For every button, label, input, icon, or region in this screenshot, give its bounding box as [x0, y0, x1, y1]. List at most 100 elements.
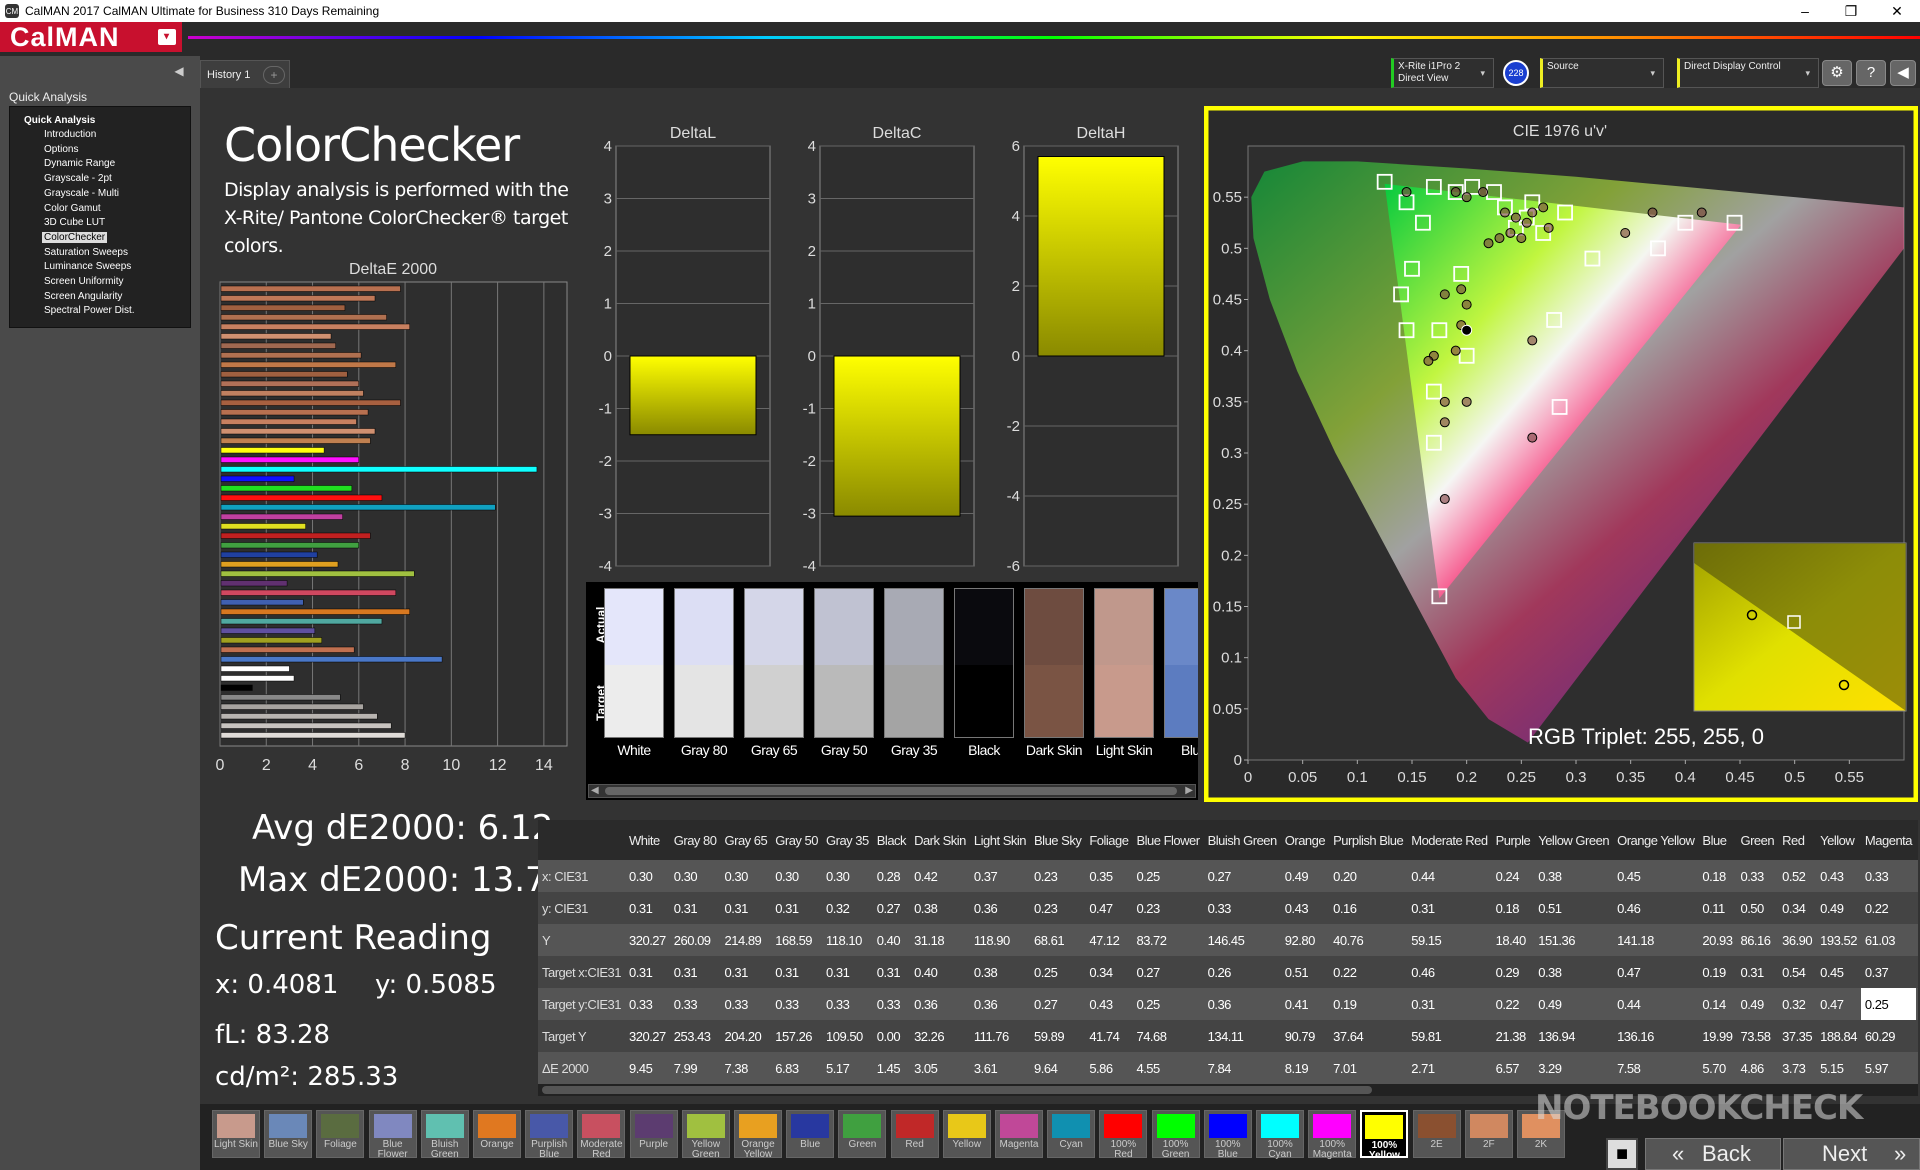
table-cell[interactable]: 0.36 — [1203, 988, 1281, 1020]
table-cell[interactable]: 2.71 — [1407, 1052, 1492, 1084]
table-cell[interactable]: 59.81 — [1407, 1020, 1492, 1052]
patch-blue-flower[interactable]: Blue Flower — [368, 1110, 417, 1160]
patch-100-blue[interactable]: 100% Blue — [1203, 1110, 1252, 1160]
table-cell[interactable]: 0.31 — [669, 892, 721, 924]
table-cell[interactable]: 0.37 — [969, 860, 1031, 892]
patch-yellow-green[interactable]: Yellow Green — [681, 1110, 730, 1160]
table-cell[interactable]: 0.14 — [1698, 988, 1737, 1020]
sidebar-item-3d-cube-lut[interactable]: 3D Cube LUT — [42, 217, 107, 228]
patch-blue[interactable]: Blue — [786, 1110, 835, 1158]
table-cell[interactable]: 134.11 — [1203, 1020, 1281, 1052]
table-cell[interactable]: 3.61 — [969, 1052, 1031, 1084]
table-cell[interactable]: 0.32 — [822, 892, 873, 924]
table-column-header[interactable]: Orange — [1280, 820, 1330, 860]
table-cell[interactable]: 0.40 — [910, 956, 970, 988]
table-cell[interactable]: 0.19 — [1329, 988, 1408, 1020]
table-cell[interactable]: 0.44 — [1407, 860, 1492, 892]
patch-orange-yellow[interactable]: Orange Yellow — [734, 1110, 782, 1160]
table-cell[interactable]: 32.26 — [910, 1020, 970, 1052]
table-column-header[interactable]: Gray 80 — [669, 820, 721, 860]
table-cell[interactable]: 18.40 — [1491, 924, 1535, 956]
table-cell[interactable]: 0.38 — [969, 956, 1031, 988]
table-column-header[interactable]: Purple — [1491, 820, 1535, 860]
patch-100-cyan[interactable]: 100% Cyan — [1256, 1110, 1304, 1160]
table-cell[interactable]: 5.70 — [1698, 1052, 1737, 1084]
minimize-button[interactable]: – — [1782, 0, 1828, 22]
settings-gear-icon[interactable]: ⚙ — [1822, 60, 1852, 86]
table-cell[interactable]: 0.47 — [1816, 988, 1861, 1020]
table-cell[interactable]: 8.19 — [1280, 1052, 1330, 1084]
table-cell[interactable]: 0.21 — [1916, 956, 1918, 988]
table-cell[interactable]: 5.97 — [1860, 1052, 1917, 1084]
table-cell[interactable]: 1.45 — [872, 1052, 911, 1084]
maximize-button[interactable]: ❐ — [1828, 0, 1874, 22]
table-cell[interactable]: 0.16 — [1329, 892, 1408, 924]
table-cell[interactable]: 7.84 — [1203, 1052, 1281, 1084]
calman-logo[interactable]: CalMAN ▾ — [0, 22, 182, 52]
table-cell[interactable]: 59.15 — [1407, 924, 1492, 956]
sidebar-item-color-gamut[interactable]: Color Gamut — [42, 203, 103, 214]
table-column-header[interactable]: Dark Skin — [910, 820, 970, 860]
table-cell[interactable]: 74.68 — [1132, 1020, 1204, 1052]
table-cell[interactable]: 0.18 — [1491, 892, 1535, 924]
sidebar-item-luminance-sweeps[interactable]: Luminance Sweeps — [42, 261, 133, 272]
table-cell[interactable]: 0.20 — [1329, 860, 1408, 892]
table-cell[interactable]: 0.30 — [669, 860, 721, 892]
table-column-header[interactable]: Red — [1778, 820, 1817, 860]
table-cell[interactable]: 136.16 — [1613, 1020, 1699, 1052]
table-cell[interactable]: 0.36 — [969, 988, 1031, 1020]
table-cell[interactable]: 111.76 — [969, 1020, 1031, 1052]
patch-100-magenta[interactable]: 100% Magenta — [1308, 1110, 1357, 1160]
patch-100-yellow[interactable]: 100% Yellow — [1360, 1110, 1409, 1161]
table-cell[interactable]: 0.49 — [1736, 988, 1779, 1020]
table-column-header[interactable]: White — [625, 820, 670, 860]
table-cell[interactable]: 37.35 — [1778, 1020, 1817, 1052]
table-cell[interactable]: 83.72 — [1132, 924, 1204, 956]
table-cell[interactable]: 0.27 — [1916, 988, 1918, 1020]
table-cell[interactable]: 47.12 — [1085, 924, 1133, 956]
table-cell[interactable]: 5.86 — [1085, 1052, 1133, 1084]
table-cell[interactable]: 0.43 — [1816, 860, 1861, 892]
table-cell[interactable]: 7.01 — [1329, 1052, 1408, 1084]
table-cell[interactable]: 0.40 — [872, 924, 911, 956]
table-cell[interactable]: 0.31 — [771, 956, 823, 988]
table-cell[interactable]: 188.84 — [1816, 1020, 1861, 1052]
table-scroll-thumb[interactable] — [542, 1086, 1372, 1094]
table-cell[interactable]: 0.30 — [625, 860, 670, 892]
table-cell[interactable]: 9.45 — [625, 1052, 670, 1084]
table-column-header[interactable]: Moderate Red — [1407, 820, 1492, 860]
next-button[interactable]: Next » — [1783, 1138, 1920, 1170]
patch-100-red[interactable]: 100% Red — [1099, 1110, 1148, 1160]
table-cell[interactable]: 260.09 — [669, 924, 721, 956]
table-cell[interactable]: 0.31 — [872, 956, 911, 988]
table-cell[interactable]: 0.00 — [872, 1020, 911, 1052]
patch-magenta[interactable]: Magenta — [995, 1110, 1043, 1158]
patch-100-green[interactable]: 100% Green — [1151, 1110, 1200, 1160]
table-cell[interactable]: 0.44 — [1613, 988, 1699, 1020]
table-cell[interactable]: 136.94 — [1534, 1020, 1614, 1052]
table-cell[interactable]: 19.99 — [1698, 1020, 1737, 1052]
table-cell[interactable]: 0.25 — [1132, 988, 1204, 1020]
patch-red[interactable]: Red — [890, 1110, 939, 1158]
table-cell[interactable]: 92.80 — [1280, 924, 1330, 956]
table-cell[interactable]: 0.51 — [1280, 956, 1330, 988]
back-button[interactable]: « Back — [1645, 1138, 1781, 1170]
table-cell[interactable]: 0.31 — [1407, 892, 1492, 924]
patch-2f[interactable]: 2F — [1464, 1110, 1513, 1158]
table-cell[interactable]: 0.31 — [720, 892, 772, 924]
table-cell[interactable]: 0.47 — [1085, 892, 1133, 924]
table-cell[interactable]: 4.55 — [1132, 1052, 1204, 1084]
patch-orange[interactable]: Orange — [473, 1110, 521, 1158]
table-cell[interactable]: 59.89 — [1030, 1020, 1086, 1052]
table-column-header[interactable]: Green — [1736, 820, 1779, 860]
table-cell[interactable]: 0.46 — [1613, 892, 1699, 924]
table-column-header[interactable]: Bluish Green — [1203, 820, 1281, 860]
table-cell[interactable]: 118.90 — [969, 924, 1031, 956]
table-cell[interactable]: 0.35 — [1085, 860, 1133, 892]
table-cell[interactable]: 40.76 — [1329, 924, 1408, 956]
table-cell[interactable]: 0.42 — [910, 860, 970, 892]
patch-light-skin[interactable]: Light Skin — [212, 1110, 260, 1158]
table-cell[interactable]: 0.33 — [822, 988, 873, 1020]
table-cell[interactable]: 0.50 — [1736, 892, 1779, 924]
patch-2e[interactable]: 2E — [1412, 1110, 1461, 1158]
